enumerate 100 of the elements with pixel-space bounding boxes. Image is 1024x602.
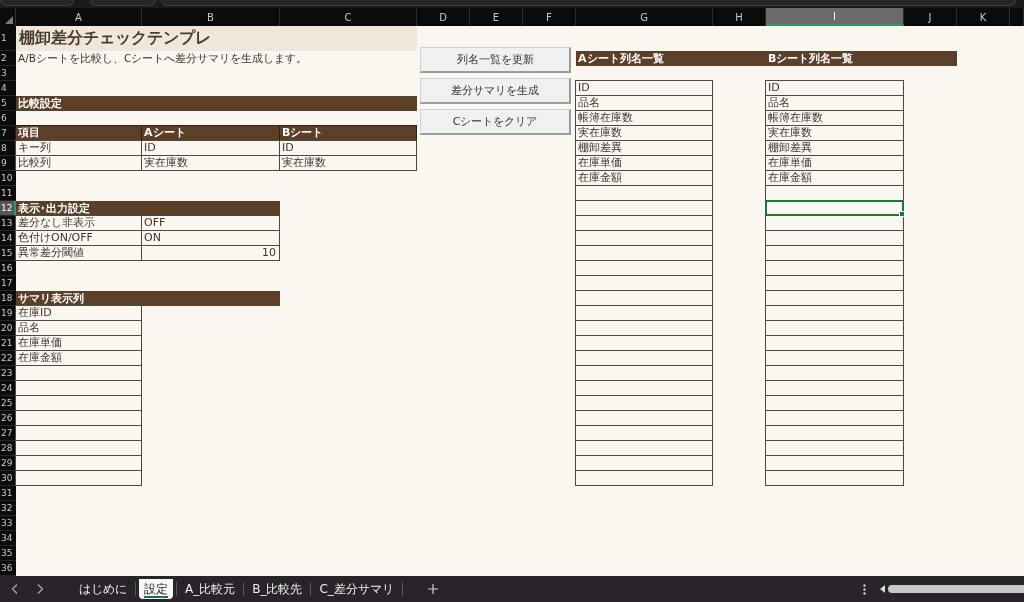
sheet-tab[interactable]: C_差分サマリ: [314, 579, 399, 599]
horizontal-scrollbar[interactable]: [878, 584, 1024, 594]
row-header[interactable]: 3: [0, 66, 16, 81]
triangle-left-icon[interactable]: [880, 585, 885, 593]
table-cell: 在庫金額: [765, 170, 904, 186]
row-header[interactable]: 21: [0, 336, 16, 351]
row-header[interactable]: 17: [0, 276, 16, 291]
table-cell: ID: [765, 80, 904, 96]
plus-icon[interactable]: [427, 584, 438, 594]
row-header[interactable]: 31: [0, 486, 16, 501]
select-all-button[interactable]: [0, 8, 16, 26]
table-cell: OFF: [141, 215, 280, 231]
row-header[interactable]: 6: [0, 111, 16, 126]
table-cell: ID: [279, 140, 417, 156]
table-cell: キー列: [15, 140, 142, 156]
row-header[interactable]: 33: [0, 516, 16, 531]
vertical-dots-icon[interactable]: [863, 584, 866, 595]
sheet-tab[interactable]: 設定: [139, 579, 173, 599]
action-button[interactable]: 列名一覧を更新: [420, 47, 571, 73]
empty-cell[interactable]: [765, 200, 904, 216]
section-header: サマリ表示列: [16, 291, 280, 306]
row-header[interactable]: 12: [0, 201, 16, 216]
scrollbar-thumb[interactable]: [888, 585, 1024, 593]
row-header[interactable]: 27: [0, 426, 16, 441]
table-cell: ON: [141, 230, 280, 246]
table-cell: 品名: [15, 320, 142, 336]
row-header[interactable]: 32: [0, 501, 16, 516]
row-header[interactable]: 1: [0, 26, 16, 51]
row-header[interactable]: 10: [0, 171, 16, 186]
column-header[interactable]: F: [523, 8, 576, 26]
chevron-left-icon[interactable]: [11, 584, 18, 594]
row-header[interactable]: 35: [0, 546, 16, 561]
table-cell: 実在庫数: [765, 125, 904, 141]
row-header[interactable]: 23: [0, 366, 16, 381]
row-header[interactable]: 25: [0, 396, 16, 411]
row-header[interactable]: 24: [0, 381, 16, 396]
sheet-title: 棚卸差分チェックテンプレ: [16, 26, 417, 51]
row-header[interactable]: 36: [0, 561, 16, 576]
column-header[interactable]: E: [470, 8, 523, 26]
column-header[interactable]: C: [280, 8, 417, 26]
sheet-tab[interactable]: はじめに: [74, 579, 132, 599]
row-header[interactable]: 8: [0, 141, 16, 156]
row-header[interactable]: 7: [0, 126, 16, 141]
row-header[interactable]: 9: [0, 156, 16, 171]
column-header[interactable]: A: [16, 8, 142, 26]
row-header[interactable]: 4: [0, 81, 16, 96]
row-header[interactable]: 30: [0, 471, 16, 486]
row-header[interactable]: 11: [0, 186, 16, 201]
column-header[interactable]: K: [957, 8, 1010, 26]
column-header[interactable]: B: [142, 8, 280, 26]
row-header[interactable]: 5: [0, 96, 16, 111]
table-cell: 実在庫数: [575, 125, 713, 141]
section-header: Aシート列名一覧: [576, 51, 766, 66]
column-header[interactable]: H: [713, 8, 766, 26]
table-cell: 実在庫数: [141, 155, 280, 171]
row-header[interactable]: 14: [0, 231, 16, 246]
column-heading: Bシート: [279, 125, 417, 141]
column-heading: Aシート: [141, 125, 280, 141]
table-cell: 異常差分閾値: [15, 245, 142, 261]
row-header[interactable]: 19: [0, 306, 16, 321]
table-cell: 帳簿在庫数: [575, 110, 713, 126]
column-header[interactable]: D: [417, 8, 470, 26]
row-header[interactable]: 26: [0, 411, 16, 426]
column-header[interactable]: G: [576, 8, 713, 26]
table-cell: 在庫金額: [15, 350, 142, 366]
row-header[interactable]: 13: [0, 216, 16, 231]
description-text: A/Bシートを比較し、Cシートへ差分サマリを生成します。: [17, 51, 309, 66]
row-header[interactable]: 20: [0, 321, 16, 336]
row-header[interactable]: 22: [0, 351, 16, 366]
row-header[interactable]: 16: [0, 261, 16, 276]
table-cell: 在庫単価: [765, 155, 904, 171]
row-header[interactable]: 2: [0, 51, 16, 66]
row-header[interactable]: 34: [0, 531, 16, 546]
table-cell: 在庫ID: [15, 305, 142, 321]
action-button[interactable]: 差分サマリを生成: [420, 78, 571, 104]
row-header[interactable]: 29: [0, 456, 16, 471]
table-cell: 在庫金額: [575, 170, 713, 186]
row-header[interactable]: 18: [0, 291, 16, 306]
table-cell: 在庫単価: [575, 155, 713, 171]
table-cell: 在庫単価: [15, 335, 142, 351]
action-button[interactable]: Cシートをクリア: [420, 109, 571, 135]
row-header[interactable]: 28: [0, 441, 16, 456]
section-header: Bシート列名一覧: [766, 51, 957, 66]
table-cell: 実在庫数: [279, 155, 417, 171]
triangle-icon: [5, 16, 13, 24]
handle-icon[interactable]: [899, 211, 905, 217]
chevron-right-icon[interactable]: [37, 584, 44, 594]
table-cell: 品名: [575, 95, 713, 111]
column-header[interactable]: J: [904, 8, 957, 26]
table-cell: 差分なし非表示: [15, 215, 142, 231]
table-cell: 10: [141, 245, 280, 261]
column-header[interactable]: I: [766, 8, 904, 26]
row-header[interactable]: 15: [0, 246, 16, 261]
table-cell: 帳簿在庫数: [765, 110, 904, 126]
table-cell: 品名: [765, 95, 904, 111]
sheet-tab[interactable]: A_比較元: [180, 579, 241, 599]
sheet-tab[interactable]: B_比較先: [247, 579, 308, 599]
section-header: 比較設定: [16, 96, 417, 111]
table-cell: 比較列: [15, 155, 142, 171]
table-cell: 棚卸差異: [765, 140, 904, 156]
